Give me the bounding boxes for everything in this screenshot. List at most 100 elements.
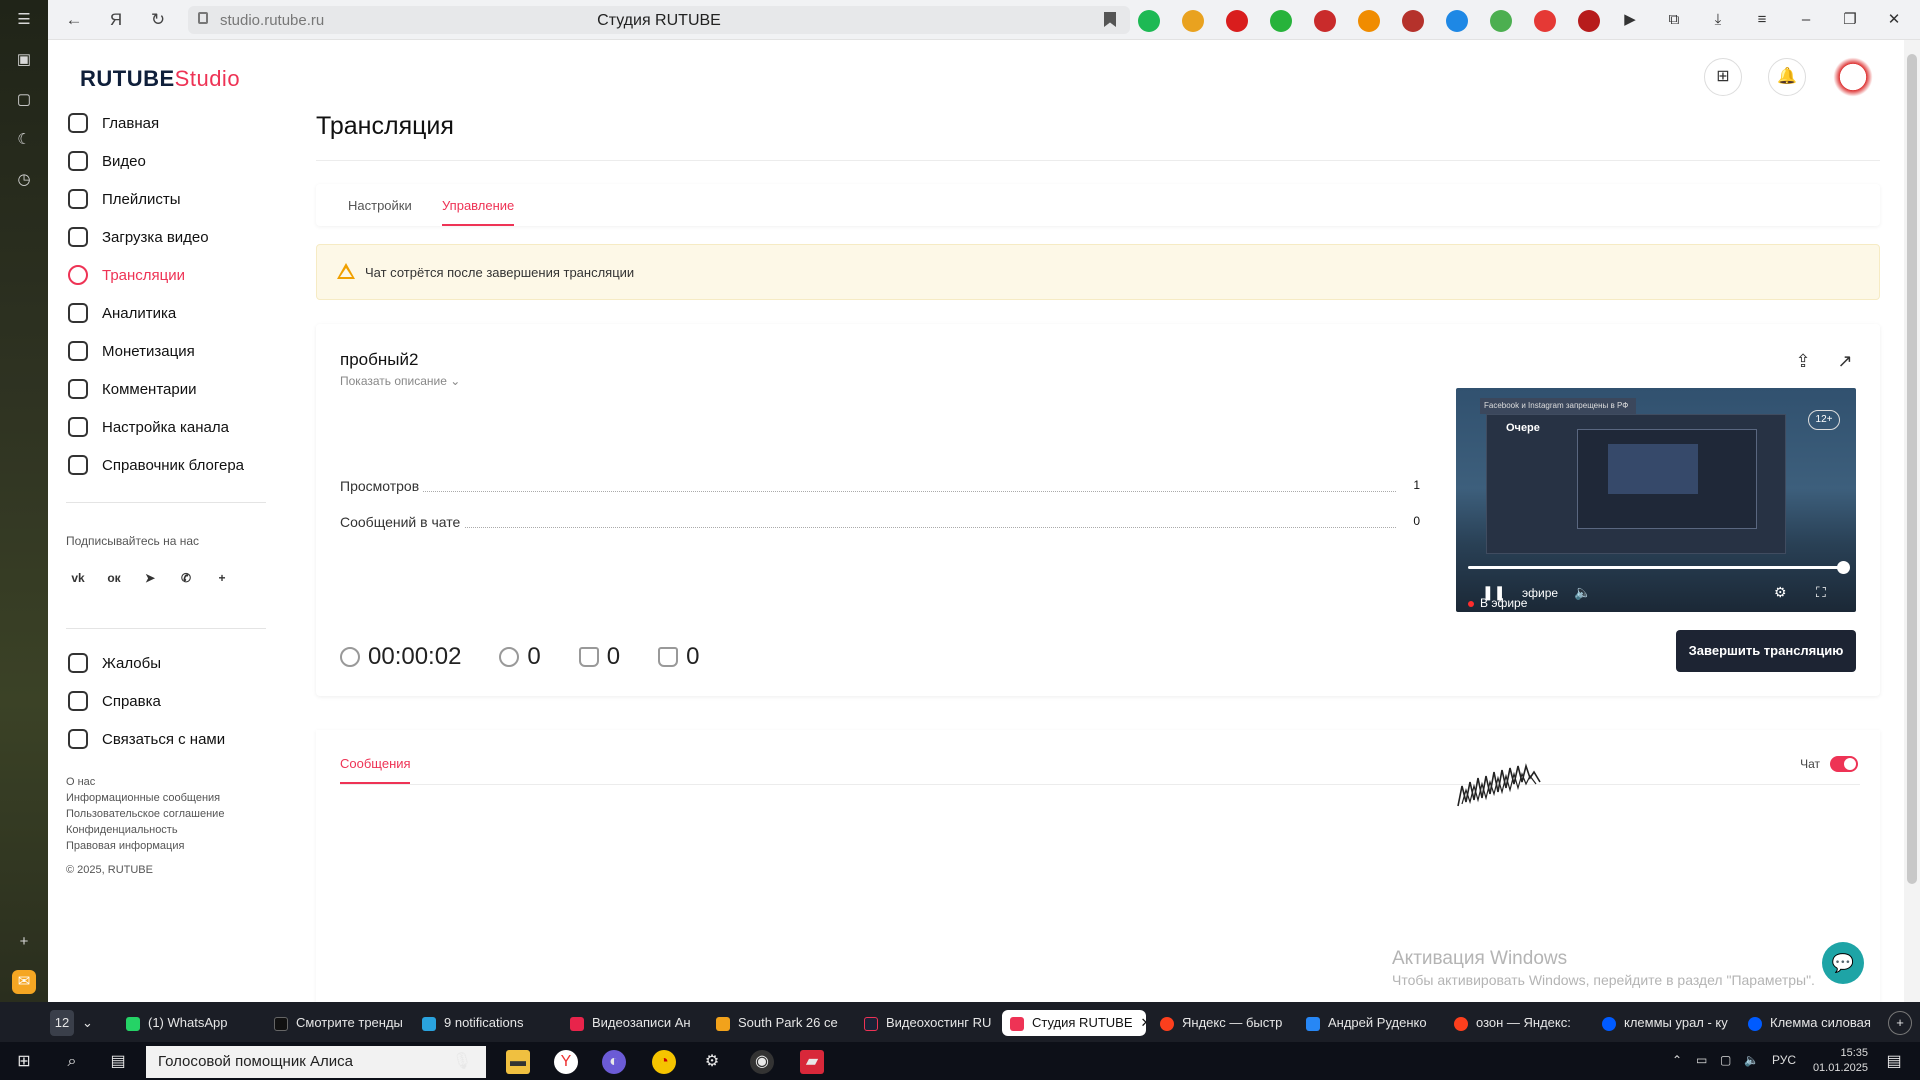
browser-tab[interactable]: Клемма силовая	[1748, 1010, 1878, 1036]
browser-tab[interactable]: Видеохостинг RU	[864, 1010, 994, 1036]
history-icon[interactable]: ◷	[12, 168, 36, 192]
extension-icon[interactable]	[1226, 10, 1248, 32]
player-progress-knob[interactable]	[1837, 561, 1850, 574]
tray-volume-icon[interactable]: 🔈	[1744, 1053, 1759, 1067]
extension-icon[interactable]	[1270, 10, 1292, 32]
browser-tab[interactable]: Смотрите тренды	[274, 1010, 402, 1036]
settings-icon[interactable]: ⚙	[1774, 584, 1787, 602]
extension-icon[interactable]	[1490, 10, 1512, 32]
vk-icon[interactable]: vk	[64, 564, 92, 592]
telegram-icon[interactable]: ➤	[136, 564, 164, 592]
tray-display-icon[interactable]: ▢	[1720, 1053, 1731, 1067]
add-panel-icon[interactable]: +	[12, 930, 36, 954]
extension-icon[interactable]	[1138, 10, 1160, 32]
settings-icon[interactable]: ⚙	[700, 1050, 724, 1074]
browser-tab[interactable]: озон — Яндекс:	[1454, 1010, 1584, 1036]
footer-link-legal[interactable]: Правовая информация	[66, 840, 184, 852]
notifications-icon[interactable]: 🔔	[1768, 58, 1806, 96]
yandex-icon[interactable]: Я	[104, 8, 128, 32]
yandex-browser-icon[interactable]: Y	[554, 1050, 578, 1074]
tab-group-counter[interactable]: 12	[50, 1010, 74, 1036]
sidebar-item-comments[interactable]: Комментарии	[68, 374, 278, 404]
chat-toggle[interactable]	[1830, 756, 1858, 772]
tab-messages[interactable]: Сообщения	[340, 756, 411, 771]
browser-tab[interactable]: Андрей Руденко	[1306, 1010, 1436, 1036]
fullscreen-icon[interactable]: ⛶	[1816, 584, 1826, 602]
sidebar-item-home[interactable]: Главная	[68, 108, 278, 138]
browser-tab[interactable]: 9 notifications	[422, 1010, 552, 1036]
extension-icon[interactable]	[1314, 10, 1336, 32]
player-progress-bar[interactable]	[1468, 566, 1844, 569]
avatar[interactable]	[1830, 54, 1876, 100]
tray-network-icon[interactable]: ▭	[1696, 1053, 1707, 1067]
tab-management[interactable]: Управление	[442, 198, 514, 213]
share-icon[interactable]: ⇪	[1792, 350, 1814, 372]
alice-voice-assistant[interactable]: Голосовой помощник Алиса	[146, 1046, 486, 1078]
tray-chevron-icon[interactable]: ⌃	[1672, 1053, 1682, 1067]
address-bar[interactable]: studio.rutube.ru Студия RUTUBE	[188, 6, 1130, 34]
file-explorer-icon[interactable]: ▬	[506, 1050, 530, 1074]
app-icon[interactable]: ◔	[652, 1050, 676, 1074]
sidebar-item-channel-settings[interactable]: Настройка канала	[68, 412, 278, 442]
browser-tab[interactable]: Видеозаписи Ан	[570, 1010, 696, 1036]
reload-icon[interactable]: ↻	[146, 8, 170, 32]
play-icon[interactable]: ▶	[1618, 8, 1642, 32]
create-icon[interactable]: ⊞	[1704, 58, 1742, 96]
app-icon[interactable]: ▰	[800, 1050, 824, 1074]
scrollbar-thumb[interactable]	[1907, 54, 1917, 884]
page-scrollbar[interactable]	[1904, 40, 1920, 1002]
sidebar-item-contact[interactable]: Связаться с нами	[68, 724, 278, 754]
search-icon[interactable]: ⌕	[60, 1050, 84, 1074]
app-icon[interactable]: ◐	[602, 1050, 626, 1074]
restore-icon[interactable]: ❐	[1838, 8, 1862, 32]
tab-settings[interactable]: Настройки	[348, 198, 412, 213]
extension-icon[interactable]	[1402, 10, 1424, 32]
show-description-toggle[interactable]: Показать описание ⌄	[340, 374, 460, 388]
ok-icon[interactable]: ок	[100, 564, 128, 592]
sidebar-item-complaints[interactable]: Жалобы	[68, 648, 278, 678]
viber-icon[interactable]: ✆	[172, 564, 200, 592]
extension-icon[interactable]	[1446, 10, 1468, 32]
footer-link-privacy[interactable]: Конфиденциальность	[66, 824, 178, 836]
footer-link-news[interactable]: Информационные сообщения	[66, 792, 220, 804]
chevron-down-icon[interactable]: ⌄	[82, 1010, 102, 1036]
browser-tab[interactable]: South Park 26 се	[716, 1010, 846, 1036]
calendar-icon[interactable]: ▣	[12, 48, 36, 72]
minimize-icon[interactable]: –	[1794, 8, 1818, 32]
mail-icon[interactable]: ✉	[12, 970, 36, 994]
browser-tab-active[interactable]: Студия RUTUBE ✕	[1002, 1010, 1146, 1036]
stream-preview-player[interactable]: Facebook и Instagram запрещены в РФ Очер…	[1456, 388, 1856, 612]
sidebar-item-monetization[interactable]: Монетизация	[68, 336, 278, 366]
end-stream-button[interactable]: Завершить трансляцию	[1676, 630, 1856, 672]
language-indicator[interactable]: РУС	[1772, 1053, 1796, 1067]
extension-icon[interactable]	[1578, 10, 1600, 32]
browser-menu-icon[interactable]: ≡	[1750, 8, 1774, 32]
night-mode-icon[interactable]: ☾	[12, 128, 36, 152]
extension-icon[interactable]	[1182, 10, 1204, 32]
close-tab-icon[interactable]: ✕	[1141, 1015, 1146, 1030]
collections-icon[interactable]: ☰	[12, 8, 36, 32]
microphone-icon[interactable]: 🎙	[450, 1050, 474, 1074]
extension-icon[interactable]	[1358, 10, 1380, 32]
more-social-icon[interactable]: +	[208, 564, 236, 592]
sidebar-item-video[interactable]: Видео	[68, 146, 278, 176]
rutube-studio-logo[interactable]: RUTUBEStudio	[80, 66, 240, 92]
windows-start-icon[interactable]: ⊞	[12, 1050, 36, 1074]
sidebar-item-playlists[interactable]: Плейлисты	[68, 184, 278, 214]
sidebar-item-analytics[interactable]: Аналитика	[68, 298, 278, 328]
screenshot-icon[interactable]: ⧉	[1662, 8, 1686, 32]
support-chat-button[interactable]: 💬	[1822, 942, 1864, 984]
browser-tab[interactable]: клеммы урал - ку	[1602, 1010, 1732, 1036]
volume-icon[interactable]: 🔈	[1574, 584, 1591, 602]
back-icon[interactable]: ←	[62, 8, 86, 32]
sidebar-item-help[interactable]: Справка	[68, 686, 278, 716]
footer-link-about[interactable]: О нас	[66, 776, 95, 788]
obs-icon[interactable]: ◉	[750, 1050, 774, 1074]
task-view-icon[interactable]: ▤	[106, 1050, 130, 1074]
sidebar-item-upload[interactable]: Загрузка видео	[68, 222, 278, 252]
browser-tab[interactable]: (1) WhatsApp	[126, 1010, 256, 1036]
download-icon[interactable]: ⤓	[1706, 8, 1730, 32]
browser-tab[interactable]: Яндекс — быстр	[1160, 1010, 1290, 1036]
open-external-icon[interactable]: ↗	[1834, 350, 1856, 372]
sidebar-item-streams[interactable]: Трансляции	[68, 260, 278, 290]
